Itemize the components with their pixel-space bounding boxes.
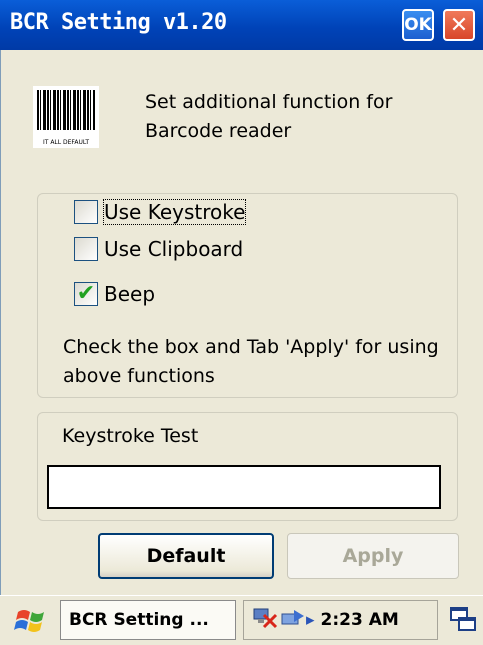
barcode-bars [37,90,95,130]
taskbar: BCR Setting ... ▸ 2:23 AM [0,595,483,645]
clock[interactable]: 2:23 AM [321,610,399,630]
use-keystroke-option[interactable]: Use Keystroke [74,197,247,227]
description-text: Set additional function for Barcode read… [145,91,393,142]
use-keystroke-label: Use Keystroke [102,199,247,225]
keystroke-test-input[interactable] [47,465,441,509]
system-tray: ▸ 2:23 AM [243,600,438,640]
sync-icon[interactable] [280,606,306,635]
tray-arrow-icon[interactable]: ▸ [306,610,315,630]
start-flag-icon[interactable] [10,603,52,639]
title-bar: BCR Setting v1.20 OK ✕ [0,0,483,50]
barcode-icon: IT ALL DEFAULT [33,86,99,148]
barcode-caption: IT ALL DEFAULT [42,139,90,146]
network-icon[interactable] [252,605,280,636]
check-icon: ✔ [76,281,96,306]
beep-label: Beep [104,282,156,306]
keystroke-test-label: Keystroke Test [62,425,199,447]
use-clipboard-option[interactable]: Use Clipboard [74,234,243,264]
close-button[interactable]: ✕ [443,9,475,41]
instruction-note: Check the box and Tab 'Apply' for using … [63,336,439,387]
use-clipboard-checkbox[interactable] [74,237,98,261]
use-clipboard-label: Use Clipboard [104,237,244,261]
apply-button[interactable]: Apply [287,533,459,579]
window-title: BCR Setting v1.20 [10,10,227,35]
default-button[interactable]: Default [98,533,274,579]
ok-button[interactable]: OK [402,9,434,41]
desktop-icon[interactable] [447,603,479,637]
use-keystroke-checkbox[interactable] [74,200,98,224]
beep-checkbox[interactable]: ✔ [74,282,98,306]
beep-option[interactable]: ✔ Beep [74,279,155,309]
task-button-bcr-setting[interactable]: BCR Setting ... [60,600,236,640]
